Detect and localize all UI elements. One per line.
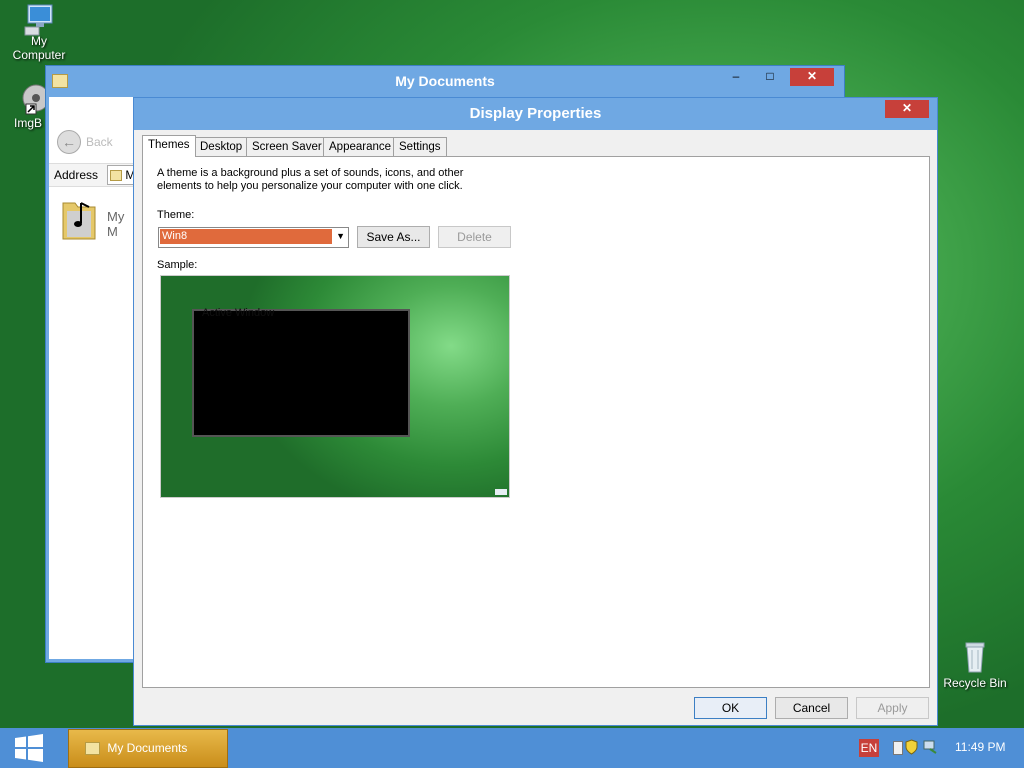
- delete-button[interactable]: Delete: [438, 226, 511, 248]
- sample-window-title: Active Window: [202, 307, 275, 319]
- computer-icon: [22, 2, 56, 36]
- sample-label: Sample:: [157, 259, 198, 271]
- toolbar: ← Back: [49, 127, 133, 159]
- close-button[interactable]: ✕: [790, 68, 834, 86]
- tab-appearance[interactable]: Appearance: [323, 137, 398, 156]
- address-label: Address: [54, 168, 99, 182]
- chevron-down-icon: ▼: [336, 231, 345, 241]
- desktop-icon-label: Recycle Bin: [943, 676, 1007, 690]
- folder-small-icon: [52, 74, 68, 88]
- back-label[interactable]: Back: [86, 135, 113, 149]
- desktop-icon-my-computer[interactable]: My Computer: [0, 2, 78, 62]
- desktop-icon-label: My Computer: [12, 34, 66, 62]
- tray-usb-icon[interactable]: [893, 741, 903, 755]
- recycle-bin-icon: [958, 640, 992, 674]
- theme-select-value: Win8: [160, 229, 332, 244]
- theme-description: A theme is a background plus a set of so…: [157, 167, 464, 192]
- language-indicator[interactable]: EN: [859, 739, 879, 757]
- address-bar: Address M: [49, 163, 141, 187]
- theme-select[interactable]: Win8 ▼: [158, 227, 349, 248]
- address-folder-icon: [110, 170, 122, 182]
- taskbar-item-label: My Documents: [107, 741, 188, 755]
- folder-small-icon: [85, 742, 100, 756]
- tab-settings[interactable]: Settings: [393, 137, 447, 156]
- tab-themes[interactable]: Themes: [142, 135, 196, 157]
- cancel-button[interactable]: Cancel: [775, 697, 848, 719]
- tray-network-icon[interactable]: [922, 739, 938, 755]
- theme-label: Theme:: [157, 209, 195, 221]
- my-documents-titlebar[interactable]: My Documents: [46, 66, 844, 96]
- tab-screen-saver[interactable]: Screen Saver: [246, 137, 328, 156]
- tab-desktop[interactable]: Desktop: [194, 137, 249, 156]
- display-properties-titlebar[interactable]: Display Properties: [134, 98, 937, 130]
- close-button[interactable]: ✕: [885, 100, 929, 118]
- start-button[interactable]: [0, 728, 58, 768]
- desktop-icon-recycle-bin[interactable]: Recycle Bin: [936, 640, 1014, 690]
- clock[interactable]: 11:49 PM: [955, 740, 1005, 754]
- taskbar: My Documents EN 11:49 PM: [0, 728, 1024, 768]
- list-item[interactable]: My M: [57, 195, 137, 247]
- sample-preview: Active Window: [160, 275, 510, 498]
- window-title: My Documents: [395, 73, 495, 89]
- windows-logo-icon: [15, 734, 43, 762]
- ok-button[interactable]: OK: [694, 697, 767, 719]
- display-properties-dialog[interactable]: Display Properties ✕ Themes Desktop Scre…: [133, 97, 938, 726]
- recycle-bin-icon: [495, 489, 507, 495]
- back-arrow-icon[interactable]: ←: [57, 130, 81, 154]
- save-as-button[interactable]: Save As...: [357, 226, 430, 248]
- minimize-button[interactable]: –: [728, 68, 744, 86]
- dialog-title: Display Properties: [469, 105, 602, 122]
- tray-shield-icon[interactable]: [905, 739, 918, 755]
- maximize-button[interactable]: □: [762, 68, 778, 86]
- taskbar-item-my-documents[interactable]: My Documents: [68, 729, 228, 768]
- apply-button[interactable]: Apply: [856, 697, 929, 719]
- themes-panel: A theme is a background plus a set of so…: [142, 156, 930, 688]
- sample-window: Active Window: [192, 307, 410, 437]
- music-folder-icon: [61, 195, 96, 240]
